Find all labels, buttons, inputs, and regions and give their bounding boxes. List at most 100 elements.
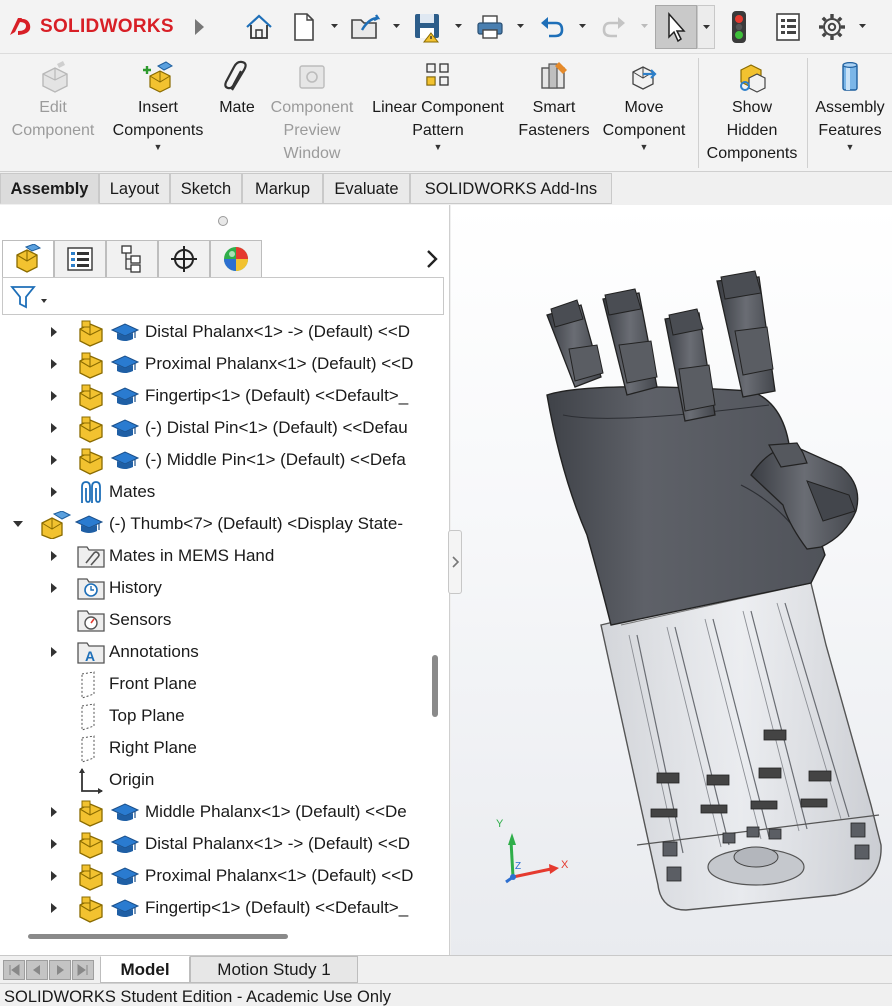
- tree-row[interactable]: Fingertip<1> (Default) <<Default>_: [0, 380, 424, 412]
- tab-motion-study[interactable]: Motion Study 1: [190, 956, 358, 983]
- caret-down-icon[interactable]: [516, 22, 525, 30]
- tree-row[interactable]: Fingertip<1> (Default) <<Default>_: [0, 892, 424, 924]
- tab-sketch[interactable]: Sketch: [170, 173, 242, 204]
- tree-row[interactable]: Top Plane: [0, 700, 424, 732]
- expand-arrow-icon[interactable]: [48, 901, 60, 915]
- assembly-features-button[interactable]: Assembly Features ▼: [808, 54, 892, 172]
- pane-grip-handle[interactable]: [218, 216, 228, 226]
- mate-button[interactable]: Mate: [212, 54, 262, 172]
- save-button[interactable]: [408, 8, 448, 46]
- tree-row[interactable]: Front Plane: [0, 668, 424, 700]
- tree-row[interactable]: Distal Phalanx<1> -> (Default) <<D: [0, 828, 424, 860]
- expand-arrow-icon[interactable]: [48, 581, 60, 595]
- expand-arrow-icon[interactable]: [48, 837, 60, 851]
- caret-down-icon[interactable]: [392, 22, 401, 30]
- caret-down-icon[interactable]: ▼: [846, 142, 855, 152]
- save-icon: [415, 14, 440, 43]
- command-tabs: Assembly Layout Sketch Markup Evaluate S…: [0, 172, 892, 205]
- tree-row[interactable]: Right Plane: [0, 732, 424, 764]
- tab-assembly[interactable]: Assembly: [0, 173, 99, 204]
- select-button[interactable]: [655, 5, 697, 49]
- plane-icon: [81, 671, 95, 699]
- caret-down-icon[interactable]: [640, 22, 649, 30]
- graphics-area[interactable]: Y X Z: [451, 205, 892, 955]
- caret-down-icon[interactable]: ▼: [434, 142, 443, 152]
- rebuild-button[interactable]: [722, 8, 756, 46]
- smart-fasteners-icon: [541, 62, 567, 89]
- move-component-button[interactable]: Move Component ▼: [594, 54, 694, 172]
- open-button[interactable]: [346, 8, 386, 46]
- caret-down-icon[interactable]: ▼: [154, 142, 163, 152]
- redo-button[interactable]: [596, 8, 632, 46]
- expand-arrow-icon[interactable]: [48, 453, 60, 467]
- smart-fasteners-button[interactable]: Smart Fasteners: [516, 54, 592, 172]
- prev-tab-button[interactable]: [26, 960, 48, 980]
- caret-down-icon[interactable]: [858, 22, 867, 30]
- graduation-cap-icon: [110, 835, 140, 853]
- new-document-button[interactable]: [286, 8, 322, 46]
- show-hidden-components-button[interactable]: Show Hidden Components: [700, 54, 804, 172]
- horizontal-scrollbar[interactable]: [28, 934, 288, 939]
- tab-layout[interactable]: Layout: [99, 173, 170, 204]
- next-tab-button[interactable]: [49, 960, 71, 980]
- tab-configurationmanager[interactable]: [106, 240, 158, 278]
- last-tab-button[interactable]: [72, 960, 94, 980]
- tree-row[interactable]: Origin: [0, 764, 424, 796]
- menu-flyout-icon[interactable]: [192, 16, 206, 38]
- expand-arrow-icon[interactable]: [48, 421, 60, 435]
- tab-addins[interactable]: SOLIDWORKS Add-Ins: [410, 173, 612, 204]
- expand-arrow-icon[interactable]: [48, 485, 60, 499]
- show-hidden-components-label: Show Hidden Components: [706, 99, 798, 162]
- select-dropdown[interactable]: [697, 5, 715, 49]
- vertical-scrollbar[interactable]: [432, 655, 438, 717]
- expand-arrow-icon[interactable]: [48, 645, 60, 659]
- caret-down-icon[interactable]: ▼: [640, 142, 649, 152]
- tree-row[interactable]: A Annotations: [0, 636, 424, 668]
- tree-row[interactable]: Proximal Phalanx<1> (Default) <<D: [0, 860, 424, 892]
- tree-row[interactable]: History: [0, 572, 424, 604]
- expand-arrow-icon[interactable]: [48, 549, 60, 563]
- tree-row[interactable]: Proximal Phalanx<1> (Default) <<D: [0, 348, 424, 380]
- tree-row[interactable]: Mates: [0, 476, 424, 508]
- home-button[interactable]: [240, 8, 278, 46]
- pane-collapse-handle[interactable]: [448, 530, 462, 594]
- tree-row[interactable]: Sensors: [0, 604, 424, 636]
- tree-row[interactable]: Mates in MEMS Hand: [0, 540, 424, 572]
- caret-down-icon[interactable]: [330, 22, 339, 30]
- tab-markup[interactable]: Markup: [242, 173, 323, 204]
- edit-component-button[interactable]: Edit Component: [2, 54, 104, 172]
- tree-row[interactable]: (-) Thumb<7> (Default) <Display State-: [0, 508, 424, 540]
- insert-components-button[interactable]: Insert Components ▼: [106, 54, 210, 172]
- graduation-cap-icon: [74, 515, 104, 533]
- tree-row[interactable]: (-) Middle Pin<1> (Default) <<Defa: [0, 444, 424, 476]
- first-tab-button[interactable]: [3, 960, 25, 980]
- expand-arrow-icon[interactable]: [48, 805, 60, 819]
- tree-row[interactable]: Middle Phalanx<1> (Default) <<De: [0, 796, 424, 828]
- collapse-arrow-icon[interactable]: [12, 517, 24, 531]
- tab-propertymanager[interactable]: [54, 240, 106, 278]
- tab-evaluate[interactable]: Evaluate: [323, 173, 410, 204]
- tree-row[interactable]: Distal Phalanx<1> -> (Default) <<D: [0, 316, 424, 348]
- tab-displaymanager[interactable]: [210, 240, 262, 278]
- chevron-right-icon[interactable]: [422, 245, 442, 273]
- filter-bar[interactable]: [2, 277, 444, 315]
- options-button[interactable]: [814, 8, 850, 46]
- caret-down-icon[interactable]: [454, 22, 463, 30]
- expand-arrow-icon[interactable]: [48, 325, 60, 339]
- linear-component-pattern-button[interactable]: Linear Component Pattern ▼: [362, 54, 514, 172]
- caret-down-icon[interactable]: [578, 22, 587, 30]
- file-properties-button[interactable]: [770, 8, 806, 46]
- solidworks-logo[interactable]: SOLIDWORKS: [6, 12, 174, 42]
- tab-featuremanager[interactable]: [2, 240, 54, 278]
- component-preview-button[interactable]: Component Preview Window: [264, 54, 360, 172]
- print-button[interactable]: [470, 8, 510, 46]
- undo-button[interactable]: [534, 8, 570, 46]
- hand-model[interactable]: Y X Z: [451, 205, 892, 955]
- expand-arrow-icon[interactable]: [48, 869, 60, 883]
- tree-row[interactable]: (-) Distal Pin<1> (Default) <<Defau: [0, 412, 424, 444]
- tab-model[interactable]: Model: [100, 956, 190, 983]
- tab-dimxpertmanager[interactable]: [158, 240, 210, 278]
- expand-arrow-icon[interactable]: [48, 389, 60, 403]
- filter-funnel-icon[interactable]: [9, 284, 49, 310]
- expand-arrow-icon[interactable]: [48, 357, 60, 371]
